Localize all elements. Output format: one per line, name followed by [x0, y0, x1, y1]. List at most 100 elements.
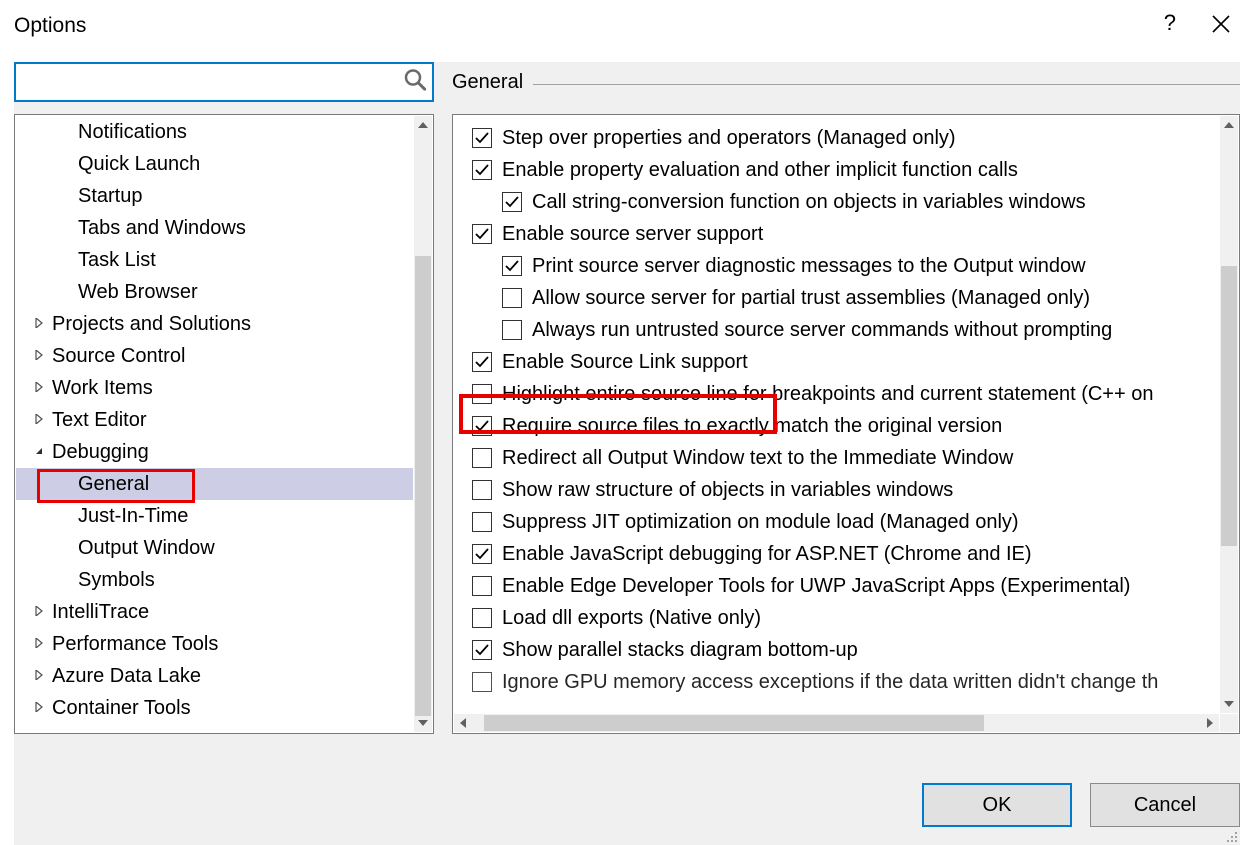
options-list: Step over properties and operators (Mana…	[452, 114, 1240, 734]
option-label: Load dll exports (Native only)	[502, 607, 761, 630]
checkbox[interactable]	[502, 320, 522, 340]
chevron-right-icon[interactable]	[32, 637, 46, 651]
option-label: Require source files to exactly match th…	[502, 415, 1002, 438]
resize-grip-icon[interactable]	[1224, 829, 1238, 843]
checkbox[interactable]	[472, 384, 492, 404]
chevron-right-icon[interactable]	[32, 605, 46, 619]
option-label: Always run untrusted source server comma…	[532, 319, 1112, 342]
chevron-right-icon[interactable]	[32, 413, 46, 427]
tree-item[interactable]: Output Window	[16, 532, 413, 564]
options-dialog: Options ? General	[0, 0, 1254, 845]
tree-item[interactable]: Notifications	[16, 116, 413, 148]
checkbox[interactable]	[502, 192, 522, 212]
option-row: Call string-conversion function on objec…	[472, 186, 1209, 218]
search-input-wrap	[14, 62, 434, 102]
option-row: Print source server diagnostic messages …	[472, 250, 1209, 282]
scroll-left-icon[interactable]	[454, 714, 472, 732]
cancel-button[interactable]: Cancel	[1090, 783, 1240, 827]
option-label: Suppress JIT optimization on module load…	[502, 511, 1019, 534]
tree-item[interactable]: Debugging	[16, 436, 413, 468]
checkbox[interactable]	[472, 448, 492, 468]
tree-item[interactable]: Performance Tools	[16, 628, 413, 660]
window-title: Options	[14, 10, 86, 38]
option-row: Show raw structure of objects in variabl…	[472, 474, 1209, 506]
tree-item[interactable]: Just-In-Time	[16, 500, 413, 532]
options-viewport[interactable]: Step over properties and operators (Mana…	[454, 116, 1219, 713]
tree-item[interactable]: Web Browser	[16, 276, 413, 308]
checkbox[interactable]	[472, 160, 492, 180]
tree-item[interactable]: Task List	[16, 244, 413, 276]
tree-item[interactable]: Quick Launch	[16, 148, 413, 180]
tree-item[interactable]: Tabs and Windows	[16, 212, 413, 244]
cancel-button-label: Cancel	[1134, 794, 1196, 817]
scroll-thumb[interactable]	[415, 256, 431, 716]
checkbox[interactable]	[502, 256, 522, 276]
option-label: Redirect all Output Window text to the I…	[502, 447, 1013, 470]
tree-item-label: Task List	[78, 249, 156, 272]
tree-item-label: Output Window	[78, 537, 215, 560]
checkbox[interactable]	[472, 416, 492, 436]
tree-item[interactable]: Source Control	[16, 340, 413, 372]
option-label: Show raw structure of objects in variabl…	[502, 479, 953, 502]
checkbox[interactable]	[472, 672, 492, 692]
tree-viewport[interactable]: NotificationsQuick Launch Startup Tabs and…	[16, 116, 413, 732]
tree-item[interactable]: Startup	[16, 180, 413, 212]
tree-item-label: IntelliTrace	[52, 601, 149, 624]
tree-item[interactable]: Symbols	[16, 564, 413, 596]
option-row: Require source files to exactly match th…	[472, 410, 1209, 442]
chevron-right-icon[interactable]	[32, 381, 46, 395]
checkbox[interactable]	[472, 544, 492, 564]
checkbox[interactable]	[472, 576, 492, 596]
ok-button-label: OK	[983, 794, 1012, 817]
tree-item[interactable]: Container Tools	[16, 692, 413, 724]
tree-item[interactable]: General	[16, 468, 413, 500]
option-row: Enable property evaluation and other imp…	[472, 154, 1209, 186]
option-label: Call string-conversion function on objec…	[532, 191, 1086, 214]
chevron-right-icon[interactable]	[32, 701, 46, 715]
tree-item-label: Startup	[78, 185, 142, 208]
list-scrollbar-vertical[interactable]	[1220, 116, 1238, 713]
checkbox[interactable]	[472, 352, 492, 372]
scroll-down-icon[interactable]	[1220, 695, 1238, 713]
option-row: Allow source server for partial trust as…	[472, 282, 1209, 314]
checkbox[interactable]	[472, 128, 492, 148]
close-icon[interactable]	[1212, 13, 1240, 33]
checkbox[interactable]	[502, 288, 522, 308]
search-icon[interactable]	[404, 69, 426, 96]
chevron-right-icon[interactable]	[32, 669, 46, 683]
ok-button[interactable]: OK	[922, 783, 1072, 827]
scroll-corner	[1220, 714, 1238, 732]
tree-item[interactable]: Text Editor	[16, 404, 413, 436]
tree-item[interactable]: Azure Data Lake	[16, 660, 413, 692]
chevron-right-icon[interactable]	[32, 349, 46, 363]
option-label: Enable property evaluation and other imp…	[502, 159, 1018, 182]
option-row: Load dll exports (Native only)	[472, 602, 1209, 634]
scroll-thumb[interactable]	[1221, 266, 1237, 546]
list-scrollbar-horizontal[interactable]	[454, 714, 1219, 732]
checkbox[interactable]	[472, 512, 492, 532]
checkbox[interactable]	[472, 224, 492, 244]
tree-scrollbar-vertical[interactable]	[414, 116, 432, 732]
option-label: Enable Edge Developer Tools for UWP Java…	[502, 575, 1130, 598]
scroll-down-icon[interactable]	[414, 714, 432, 732]
search-input[interactable]	[16, 64, 432, 100]
tree-item[interactable]: IntelliTrace	[16, 596, 413, 628]
tree-item-label: Web Browser	[78, 281, 198, 304]
checkbox[interactable]	[472, 640, 492, 660]
chevron-right-icon[interactable]	[32, 317, 46, 331]
checkbox[interactable]	[472, 608, 492, 628]
chevron-down-icon[interactable]	[32, 445, 46, 459]
tree-item-label: Azure Data Lake	[52, 665, 201, 688]
section-title: General	[452, 71, 523, 94]
tree-item-label: General	[78, 473, 149, 496]
tree-item[interactable]: Projects and Solutions	[16, 308, 413, 340]
scroll-up-icon[interactable]	[1220, 116, 1238, 134]
tree-item-label: Just-In-Time	[78, 505, 188, 528]
checkbox[interactable]	[472, 480, 492, 500]
scroll-right-icon[interactable]	[1201, 714, 1219, 732]
help-icon[interactable]: ?	[1164, 10, 1176, 36]
scroll-thumb[interactable]	[484, 715, 984, 731]
scroll-up-icon[interactable]	[414, 116, 432, 134]
panels: NotificationsQuick Launch Startup Tabs and…	[14, 114, 1240, 734]
tree-item[interactable]: Work Items	[16, 372, 413, 404]
